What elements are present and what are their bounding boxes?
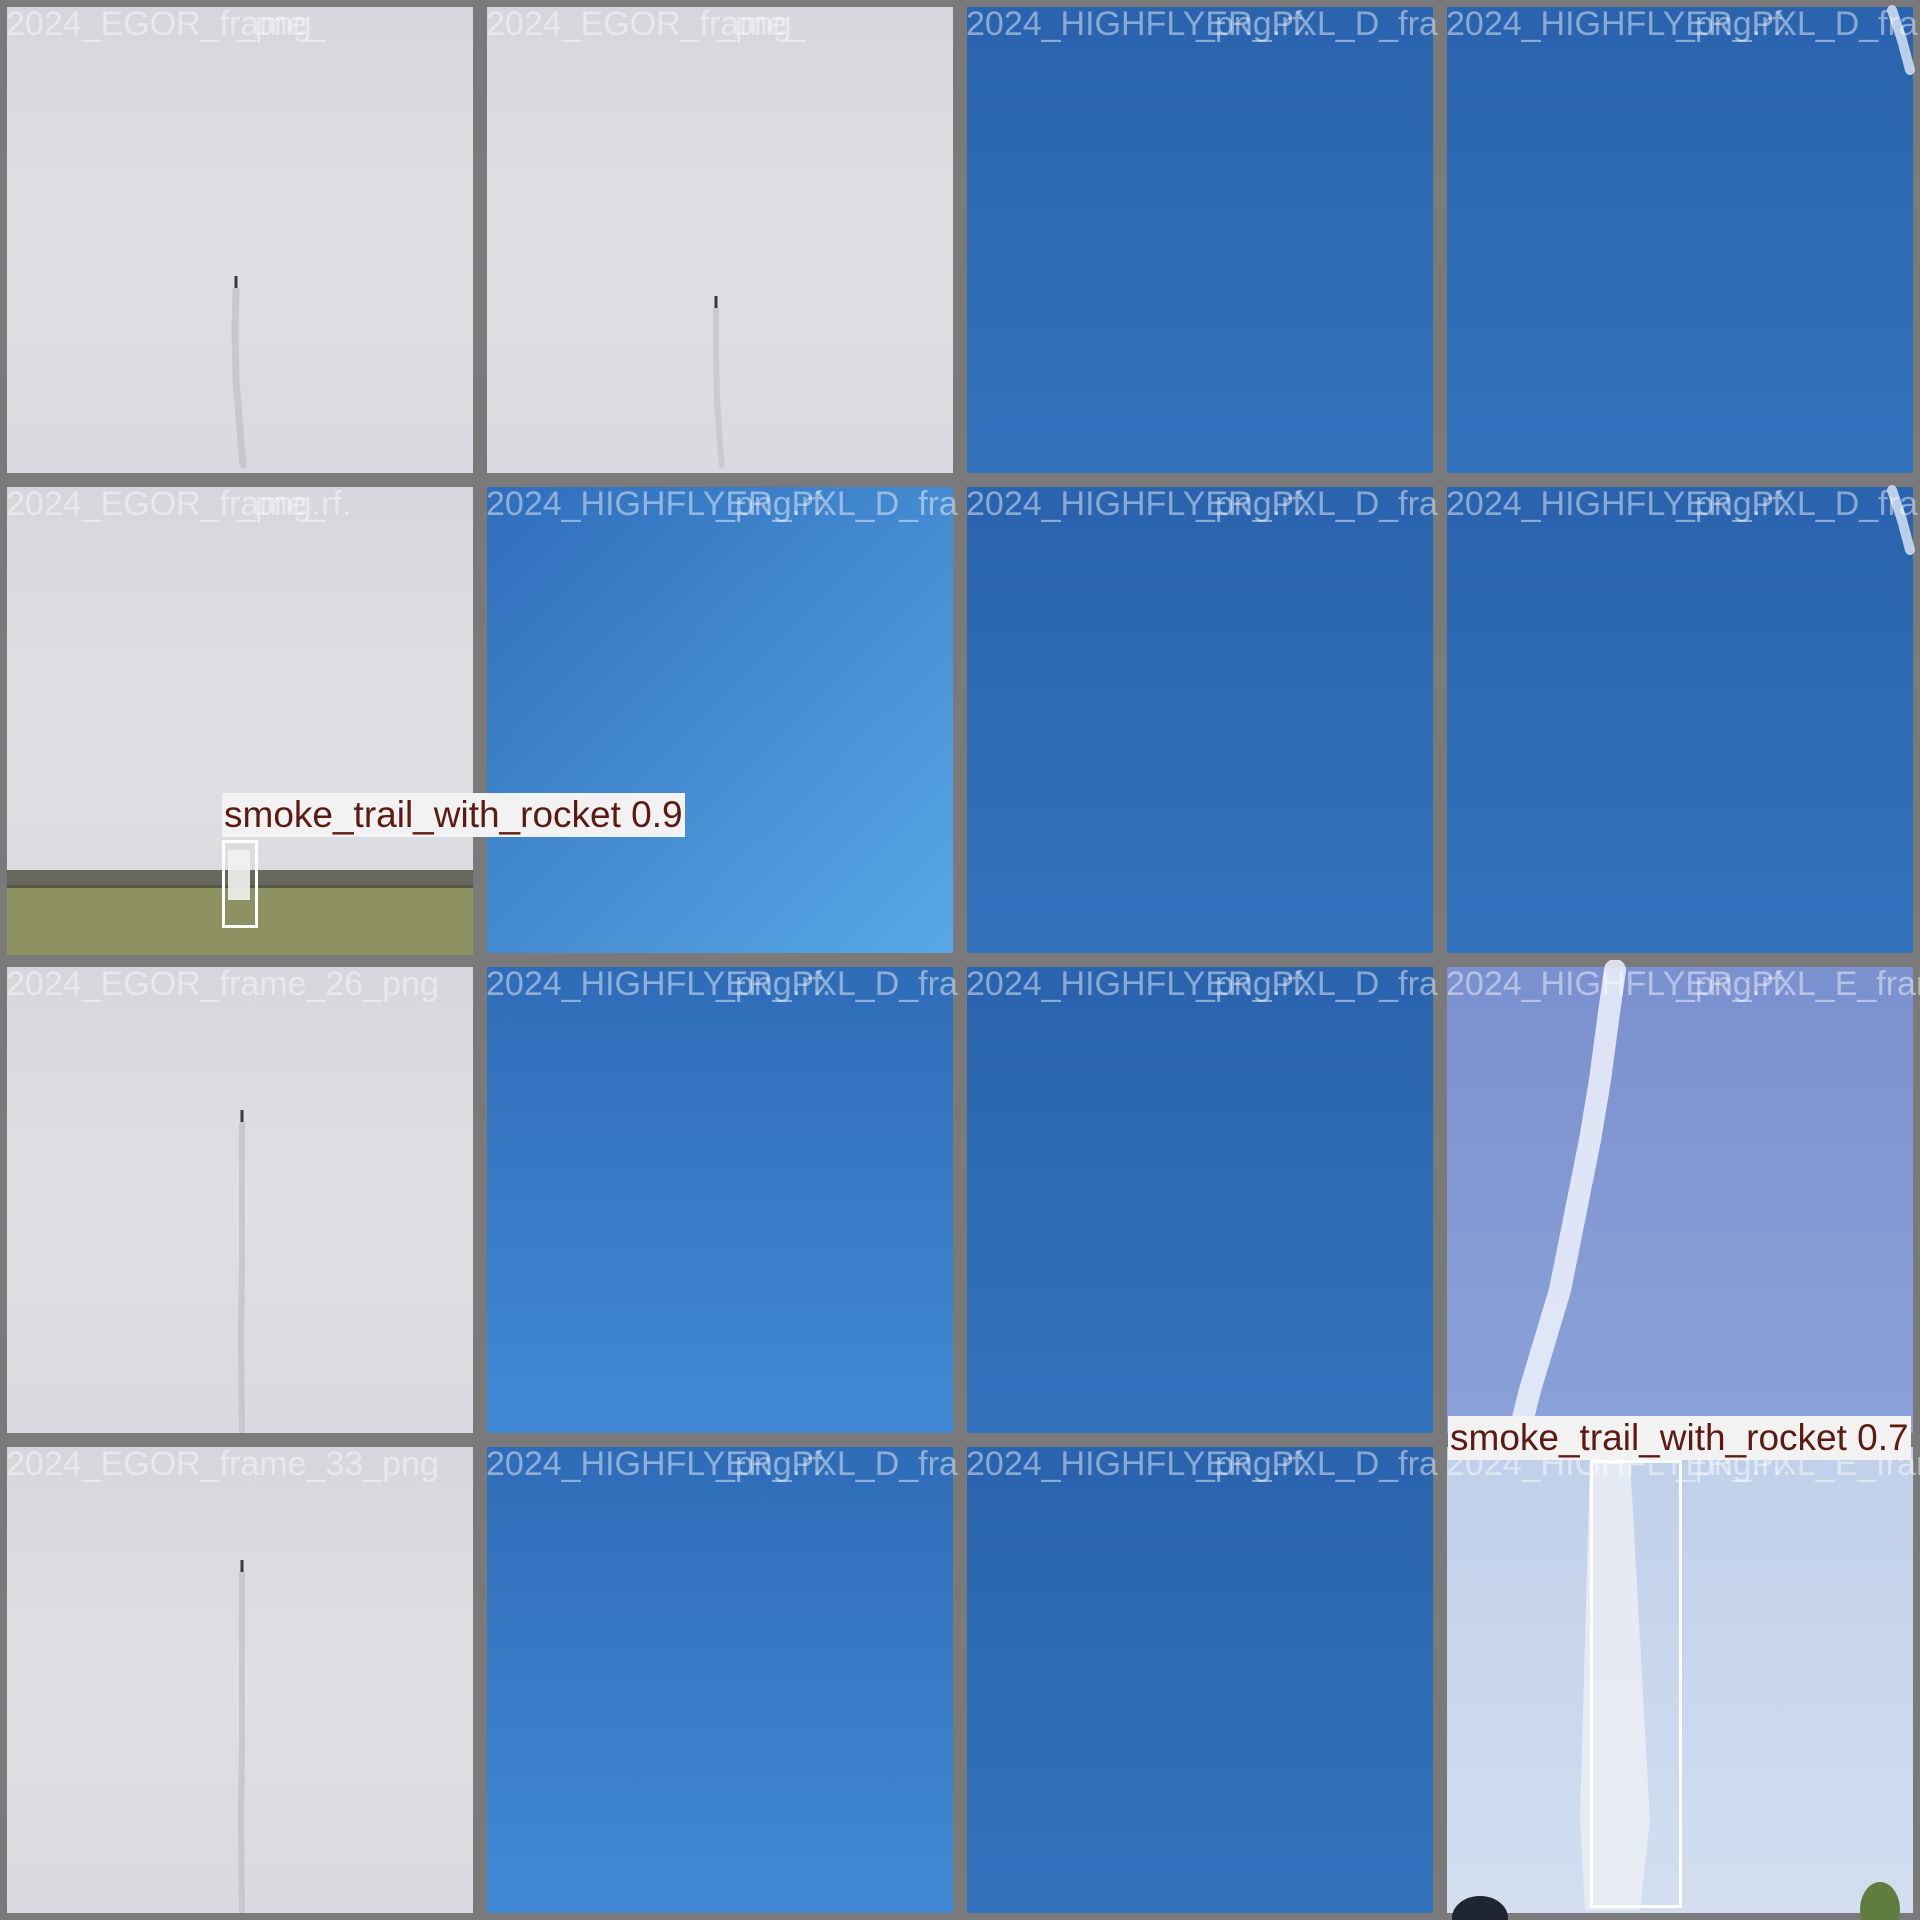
image-tile: 2024_HIGHFLYER_PXL_D_frame__png.rf. — [960, 1440, 1440, 1920]
photo-background — [487, 487, 953, 953]
tile-photo — [487, 967, 953, 1433]
photo-background — [967, 1447, 1433, 1913]
tile-photo — [1447, 960, 1913, 1440]
tile-photo — [7, 967, 473, 1433]
tile-photo — [1447, 5, 1915, 473]
photo-background — [1447, 7, 1913, 473]
image-mosaic: 2024_EGOR_frame_ _png 2024_EGOR_frame_ _png… — [0, 0, 1920, 1920]
tile-photo — [487, 1447, 953, 1913]
detection-label: smoke_trail_with_rocket 0.9 — [222, 793, 685, 837]
rocket — [240, 1560, 244, 1572]
photo-background — [967, 7, 1433, 473]
image-tile: 2024_EGOR_frame_33_png — [0, 1440, 480, 1920]
tile-photo — [967, 967, 1433, 1433]
tile-photo — [7, 7, 473, 473]
image-tile: 2024_HIGHFLYER_PXL_D_frame__png.rf. — [480, 1440, 960, 1920]
detection-box — [222, 840, 258, 928]
image-tile: 2024_HIGHFLYER_PXL_D_frame__png.rf. — [480, 480, 960, 960]
image-tile: 2024_HIGHFLYER_PXL_D_frame__png.rf. — [1440, 480, 1920, 960]
photo-background — [487, 1447, 953, 1913]
image-tile: 2024_HIGHFLYER_PXL_D_frame__png.rf. — [480, 960, 960, 1440]
image-tile: 2024_EGOR_frame_ _png — [480, 0, 960, 480]
detection-box — [1590, 1460, 1682, 1908]
tile-photo — [967, 7, 1433, 473]
tile-photo — [487, 487, 953, 953]
photo-background — [967, 487, 1433, 953]
smoke-trail — [238, 1571, 245, 1913]
image-tile: 2024_HIGHFLYER_PXL_E_frame__png.rf. — [1440, 960, 1920, 1440]
image-tile: 2024_HIGHFLYER_PXL_D_frame__png.rf. — [960, 480, 1440, 960]
detection-label: smoke_trail_with_rocket 0.7 — [1448, 1416, 1911, 1460]
tile-photo — [967, 487, 1433, 953]
image-tile: 2024_EGOR_frame_ _png — [0, 0, 480, 480]
tile-photo — [7, 1447, 473, 1913]
tile-photo — [487, 7, 953, 473]
photo-background — [967, 967, 1433, 1433]
tile-photo — [1447, 485, 1915, 953]
image-tile: 2024_HIGHFLYER_PXL_D_frame__png.rf. — [960, 0, 1440, 480]
photo-background — [1447, 487, 1913, 953]
rocket — [240, 1110, 244, 1122]
image-tile: 2024_HIGHFLYER_PXL_D_frame__png.rf. — [1440, 0, 1920, 480]
rocket — [234, 276, 238, 288]
photo-background — [1447, 967, 1913, 1433]
smoke-trail — [238, 1121, 245, 1433]
rocket — [714, 296, 718, 308]
photo-background — [487, 967, 953, 1433]
image-tile: 2024_EGOR_frame_26_png — [0, 960, 480, 1440]
image-tile: 2024_HIGHFLYER_PXL_D_frame__png.rf. — [960, 960, 1440, 1440]
tile-photo — [967, 1447, 1433, 1913]
